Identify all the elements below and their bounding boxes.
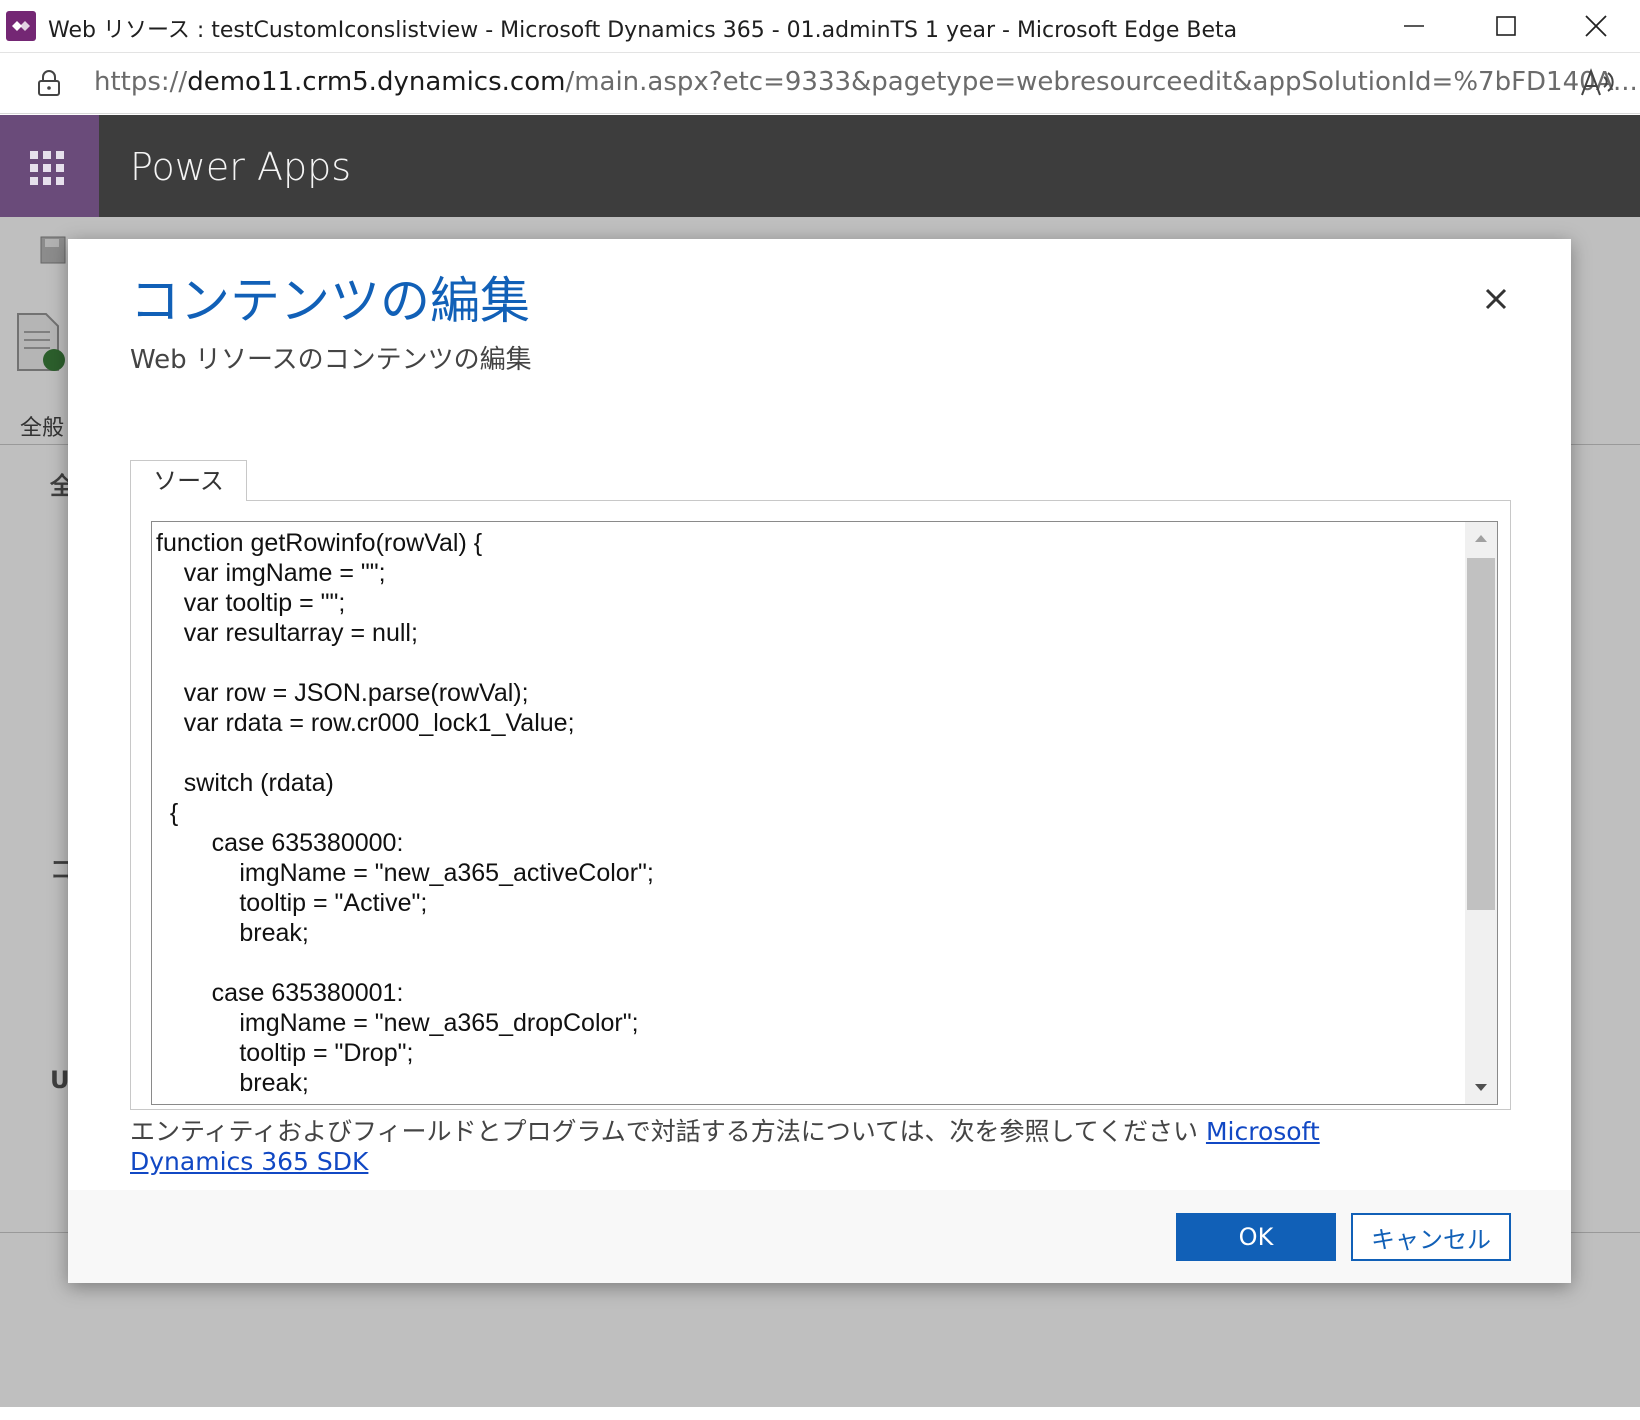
window-title-bar: Web リソース : testCustomIconslistview - Mic… xyxy=(0,0,1640,53)
close-window-icon[interactable] xyxy=(1576,10,1616,42)
app-launcher-waffle-icon[interactable] xyxy=(0,115,99,217)
close-dialog-icon[interactable] xyxy=(1476,279,1516,319)
app-header: Power Apps xyxy=(0,115,1640,217)
url-text[interactable]: https://demo11.crm5.dynamics.com/main.as… xyxy=(94,67,1638,97)
edit-content-dialog: コンテンツの編集 Web リソースのコンテンツの編集 ソース function … xyxy=(68,239,1571,1283)
maximize-icon[interactable] xyxy=(1486,10,1526,42)
scroll-up-arrow-icon[interactable] xyxy=(1465,522,1497,556)
lock-icon[interactable] xyxy=(36,69,62,97)
app-name[interactable]: Power Apps xyxy=(130,145,351,189)
sdk-note: エンティティおよびフィールドとプログラムで対話する方法については、次を参照してく… xyxy=(130,1117,1450,1177)
ok-button[interactable]: OK xyxy=(1176,1213,1336,1261)
editor-scrollbar[interactable] xyxy=(1465,522,1497,1104)
code-editor[interactable]: function getRowinfo(rowVal) { var imgNam… xyxy=(151,521,1498,1105)
tab-source[interactable]: ソース xyxy=(130,460,247,501)
minimize-icon[interactable] xyxy=(1394,10,1434,42)
code-text[interactable]: function getRowinfo(rowVal) { var imgNam… xyxy=(156,528,1456,1098)
sdk-note-text: エンティティおよびフィールドとプログラムで対話する方法については、次を参照してく… xyxy=(130,1117,1206,1146)
source-tab-panel: function getRowinfo(rowVal) { var imgNam… xyxy=(130,500,1511,1110)
bottom-edge xyxy=(0,1407,1640,1420)
scroll-down-arrow-icon[interactable] xyxy=(1465,1070,1497,1104)
read-aloud-icon[interactable] xyxy=(1580,67,1616,99)
scroll-thumb[interactable] xyxy=(1467,558,1495,910)
dialog-subtitle: Web リソースのコンテンツの編集 xyxy=(130,345,532,375)
address-bar[interactable]: https://demo11.crm5.dynamics.com/main.as… xyxy=(0,53,1640,114)
window-title: Web リソース : testCustomIconslistview - Mic… xyxy=(48,18,1238,43)
cancel-button[interactable]: キャンセル xyxy=(1351,1213,1511,1261)
power-apps-logo-icon xyxy=(6,11,36,41)
dialog-title: コンテンツの編集 xyxy=(130,272,530,330)
dialog-footer: OK キャンセル xyxy=(68,1190,1571,1283)
